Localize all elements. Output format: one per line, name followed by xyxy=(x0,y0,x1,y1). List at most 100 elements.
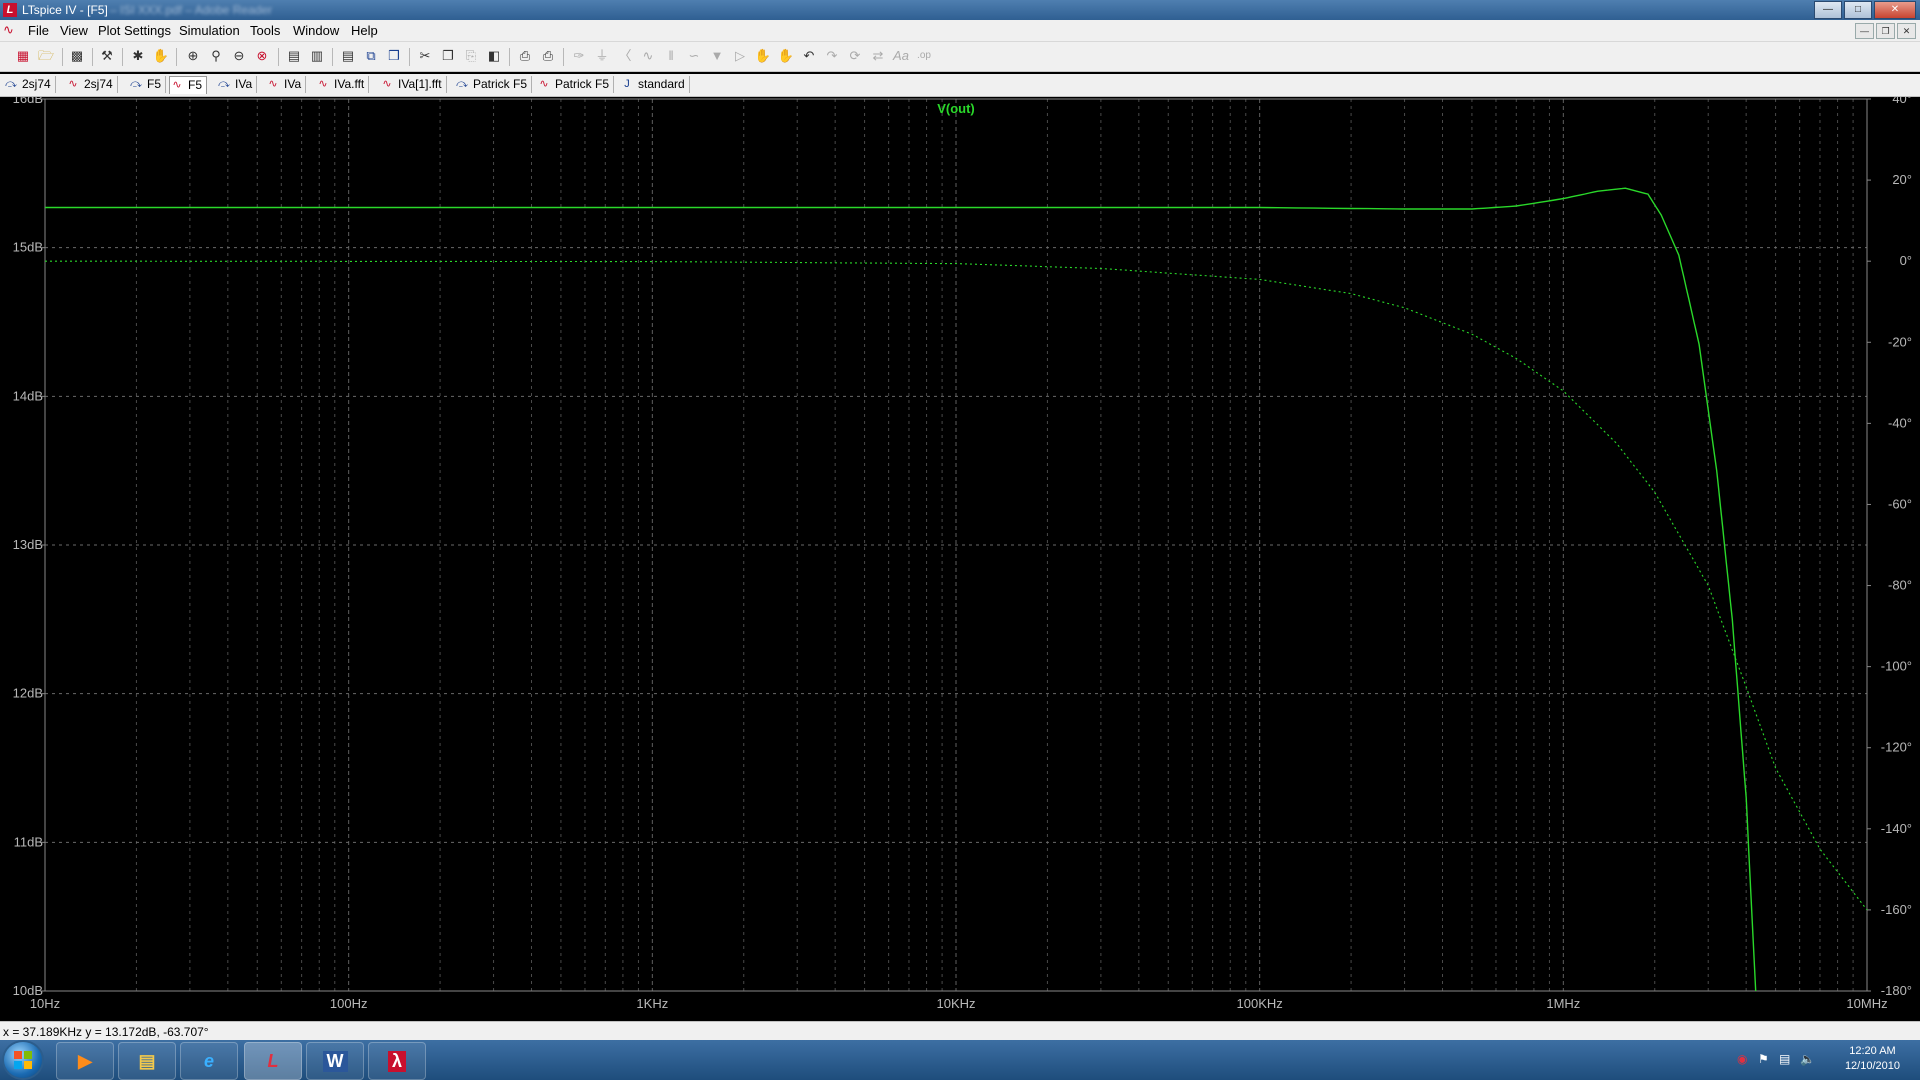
pan-icon[interactable]: ⊖ xyxy=(229,47,249,65)
diode-icon: ▼ xyxy=(710,48,724,63)
find-icon[interactable]: ◧ xyxy=(484,47,504,65)
tab-label: IVa xyxy=(284,77,302,91)
mdi-close-button[interactable]: ✕ xyxy=(1897,23,1916,39)
tab-label: Patrick F5 xyxy=(473,77,528,91)
copy-icon[interactable]: ❐ xyxy=(438,47,458,65)
paste-icon[interactable]: ⎘ xyxy=(461,47,481,65)
print-setup-icon[interactable]: ⎙ xyxy=(515,47,535,65)
media-player-icon[interactable]: ▶ xyxy=(56,1042,114,1080)
menu-simulation[interactable]: Simulation xyxy=(179,23,240,38)
system-clock[interactable]: 12:20 AM 12/10/2010 xyxy=(1845,1044,1900,1074)
zoom-out-icon[interactable]: ⚲ xyxy=(206,47,226,65)
internet-explorer-icon[interactable]: e xyxy=(180,1042,238,1080)
menu-window[interactable]: Window xyxy=(293,23,339,38)
tab-patrick-f5-schematic[interactable]: ⤼ Patrick F5 xyxy=(455,76,533,93)
toolbar-separator xyxy=(563,48,564,66)
ltspice-app-icon[interactable]: L xyxy=(3,3,17,17)
resistor-icon: ∿ xyxy=(642,48,654,63)
menu-plot-settings[interactable]: Plot Settings xyxy=(98,23,171,38)
start-button[interactable] xyxy=(4,1042,42,1078)
tab-f5-schematic[interactable]: ⤼ F5 xyxy=(129,76,167,93)
control-panel-icon[interactable]: ⚒ xyxy=(97,47,117,65)
y-right-tick-label: -40° xyxy=(1888,415,1912,430)
tab-2sj74-schematic[interactable]: ⤼ 2sj74 xyxy=(4,76,56,93)
volume-icon[interactable]: 🔈 xyxy=(1800,1052,1815,1066)
tab-label: F5 xyxy=(147,77,162,91)
network-icon[interactable]: ▤ xyxy=(1779,1052,1790,1066)
wire-icon: ✑ xyxy=(573,48,585,63)
explorer-icon[interactable]: ▤ xyxy=(118,1042,176,1080)
tile-vertical-icon[interactable]: ⧉ xyxy=(361,47,381,65)
tab-iva1-fft[interactable]: ∿ IVa[1].fft xyxy=(380,76,447,93)
maximize-button[interactable]: □ xyxy=(1844,1,1872,19)
tab-label: IVa xyxy=(235,77,253,91)
tab-f5-waveform[interactable]: ∿ F5 xyxy=(169,76,208,94)
menu-help[interactable]: Help xyxy=(351,23,378,38)
x-tick-label: 100KHz xyxy=(1237,996,1283,1011)
window-title: LTspice IV - [F5] xyxy=(22,3,108,17)
run-icon[interactable]: ✱ xyxy=(128,47,148,65)
spice-directive-icon: .op xyxy=(917,50,931,61)
tab-iva-schematic[interactable]: ⤼ IVa xyxy=(217,76,258,93)
open-icon[interactable]: 🗁 xyxy=(36,47,56,65)
print-icon[interactable]: ⎙ xyxy=(538,47,558,65)
waveform-plot[interactable]: 16dB 15dB 14dB 13dB 12dB 11dB 10dB 40° 20° 0° -20°… xyxy=(0,97,1920,1018)
menu-view[interactable]: View xyxy=(60,23,88,38)
mirror-icon: ⇄ xyxy=(872,48,884,63)
menu-file[interactable]: File xyxy=(28,23,49,38)
tab-2sj74-waveform[interactable]: ∿ 2sj74 xyxy=(66,76,118,93)
windows-logo-icon xyxy=(14,1051,32,1069)
toolbar-separator xyxy=(92,48,93,66)
new-schematic-icon[interactable]: ▦ xyxy=(13,47,33,65)
action-center-icon[interactable]: ⚑ xyxy=(1758,1052,1769,1066)
x-tick-label: 1MHz xyxy=(1546,996,1580,1011)
status-bar: x = 37.189KHz y = 13.172dB, -63.707° xyxy=(0,1021,1920,1041)
close-button[interactable]: ✕ xyxy=(1874,1,1916,19)
tab-label: standard xyxy=(638,77,685,91)
waveform-icon: ∿ xyxy=(172,79,182,91)
y-right-tick-label: 0° xyxy=(1900,253,1912,268)
manual-limits-icon[interactable]: ▥ xyxy=(307,47,327,65)
axes: 16dB15dB14dB13dB12dB11dB10dB40°20°0°-20°… xyxy=(13,97,1912,1011)
undo-icon[interactable]: ↶ xyxy=(799,47,819,65)
text-icon: Aa xyxy=(893,48,909,63)
redo-icon[interactable]: ↷ xyxy=(822,47,842,65)
waveform-doc-icon[interactable]: ∿ xyxy=(3,22,19,38)
schematic-icon: ⤼ xyxy=(456,78,468,90)
window-controls: — □ ✕ xyxy=(1814,1,1916,19)
zoom-full-icon[interactable]: ⊗ xyxy=(252,47,272,65)
waveform-icon: ∿ xyxy=(539,78,549,90)
autorange-icon[interactable]: ▤ xyxy=(284,47,304,65)
minimize-button[interactable]: — xyxy=(1814,1,1842,19)
document-tab-bar: ⤼ 2sj74 ∿ 2sj74 ⤼ F5 ∿ F5 ⤼ IVa ∿ IVa ∿ IVa.fft… xyxy=(0,74,1920,97)
drag-icon: ✋ xyxy=(777,48,795,63)
mdi-restore-button[interactable]: ❐ xyxy=(1876,23,1895,39)
antivirus-icon[interactable]: ◉ xyxy=(1737,1052,1747,1066)
zoom-in-icon[interactable]: ⊕ xyxy=(183,47,203,65)
mdi-controls: — ❐ ✕ xyxy=(1855,23,1916,39)
halt-icon[interactable]: ✋ xyxy=(151,47,171,65)
trace-label[interactable]: V(out) xyxy=(937,101,975,116)
x-tick-label: 100Hz xyxy=(330,996,368,1011)
inductor-icon: ∽ xyxy=(688,48,700,63)
y-left-tick-label: 11dB xyxy=(14,834,43,849)
acrobat-icon[interactable]: λ xyxy=(368,1042,426,1080)
menu-tools[interactable]: Tools xyxy=(250,23,280,38)
cut-icon[interactable]: ✂ xyxy=(415,47,435,65)
schematic-icon: ⤼ xyxy=(218,78,230,90)
ltspice-icon[interactable]: L xyxy=(244,1042,302,1080)
mdi-minimize-button[interactable]: — xyxy=(1855,23,1874,39)
tab-iva-fft[interactable]: ∿ IVa.fft xyxy=(316,76,370,93)
tab-iva-waveform[interactable]: ∿ IVa xyxy=(266,76,307,93)
bode-plot[interactable]: 16dB15dB14dB13dB12dB11dB10dB40°20°0°-20°… xyxy=(0,97,1920,1018)
toolbar-separator xyxy=(62,48,63,66)
title-bar: L LTspice IV - [F5] – ISI XXX.pdf – Adob… xyxy=(0,0,1920,20)
tile-horizontal-icon[interactable]: ▤ xyxy=(338,47,358,65)
label-icon: 〈 xyxy=(618,48,632,63)
y-left-tick-label: 13dB xyxy=(13,537,43,552)
tab-patrick-f5-waveform[interactable]: ∿ Patrick F5 xyxy=(537,76,615,93)
cascade-icon[interactable]: ❒ xyxy=(384,47,404,65)
word-icon[interactable]: W xyxy=(306,1042,364,1080)
save-icon[interactable]: ▩ xyxy=(67,47,87,65)
tab-standard-symbol[interactable]: Jstandard xyxy=(620,76,690,93)
